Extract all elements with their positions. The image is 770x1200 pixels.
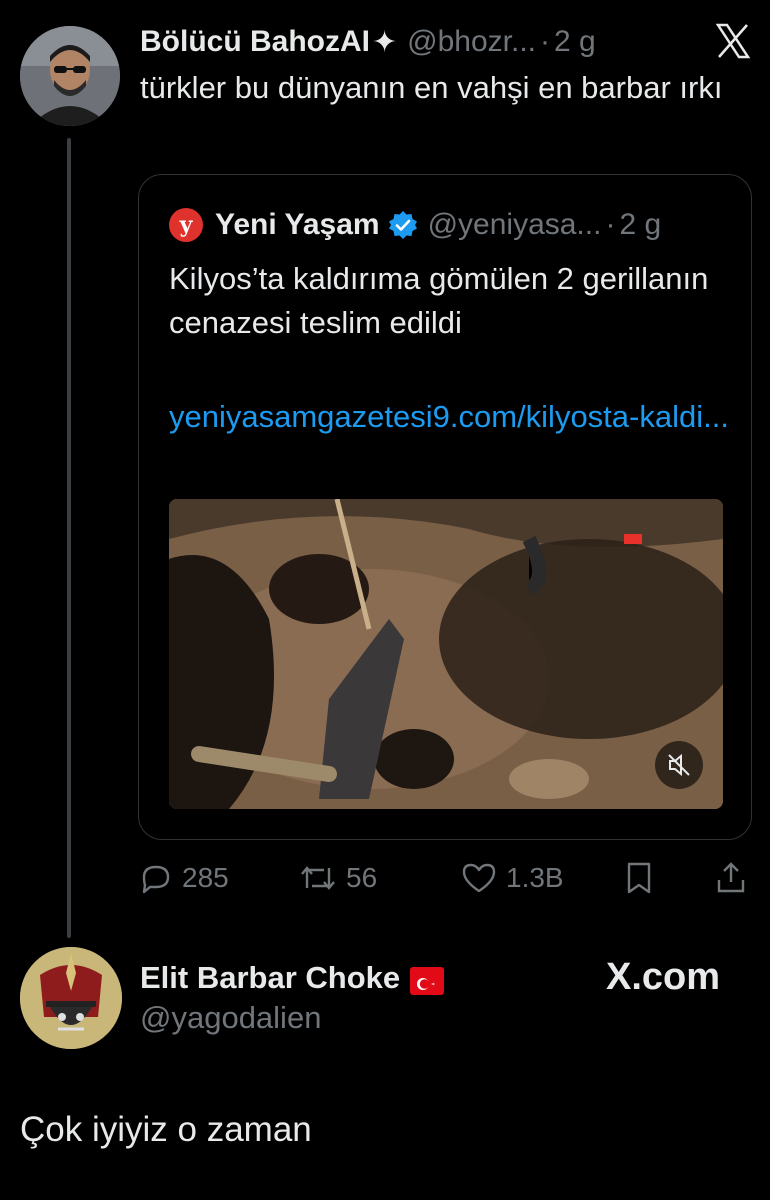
quote-author-handle[interactable]: @yeniyasa... — [428, 208, 602, 242]
quote-author-name[interactable]: Yeni Yaşam — [215, 208, 380, 242]
reply-author-name[interactable]: Elit Barbar Choke — [140, 960, 400, 996]
reply-author-avatar[interactable] — [20, 947, 122, 1049]
mute-button[interactable] — [655, 741, 703, 789]
quote-video-thumbnail[interactable] — [169, 499, 723, 809]
quote-header: y Yeni Yaşam @yeniyasa... · 2 g — [169, 205, 661, 245]
repost-icon — [301, 866, 335, 890]
tweet-header: Bölücü BahozAI ✦ @bhozr... · 2 g — [140, 22, 700, 62]
quote-separator-dot: · — [605, 208, 616, 241]
person-avatar-image — [20, 26, 120, 126]
quoted-tweet-card[interactable]: y Yeni Yaşam @yeniyasa... · 2 g Kilyos’t… — [138, 174, 752, 840]
share-button[interactable] — [714, 858, 756, 898]
share-icon — [717, 862, 745, 893]
reply-button[interactable]: 285 — [138, 858, 229, 898]
quote-source-logo[interactable]: y — [169, 208, 203, 242]
bookmark-icon — [627, 862, 651, 894]
like-button[interactable]: 1.3B — [460, 858, 564, 898]
tweet-action-bar: 285 56 1.3B — [138, 858, 752, 898]
tweet-body-text: türkler bu dünyanın en vahşi en barbar ı… — [140, 70, 723, 105]
like-count: 1.3B — [506, 862, 564, 893]
quote-body-text: Kilyos’ta kaldırıma gömülen 2 gerillanın… — [169, 261, 709, 340]
quote-link[interactable]: yeniyasamgazetesi9.com/kilyosta-kaldi... — [169, 395, 729, 439]
repost-button[interactable]: 56 — [298, 858, 377, 898]
verified-badge-icon — [388, 211, 417, 239]
author-handle[interactable]: @bhozr... — [407, 25, 536, 59]
name-sparkle-icon: ✦ — [372, 25, 398, 59]
quote-logo-letter: y — [179, 212, 193, 238]
muted-speaker-icon — [668, 753, 690, 777]
separator-dot: · — [540, 25, 550, 58]
reply-icon — [142, 865, 170, 894]
reply-body-text: Çok iyiyiz o zaman — [20, 1110, 312, 1149]
reply-author-handle[interactable]: @yagodalien — [140, 1000, 321, 1036]
author-avatar[interactable] — [20, 26, 120, 126]
thread-connector-line — [67, 138, 71, 938]
quote-time[interactable]: 2 g — [619, 208, 661, 242]
tweet-time[interactable]: 2 g — [554, 25, 596, 59]
reply-author-row: Elit Barbar Choke — [140, 958, 445, 998]
video-frame-image — [169, 499, 723, 809]
heart-icon — [462, 863, 496, 893]
x-com-watermark: X.com — [606, 956, 721, 998]
close-x-icon[interactable] — [714, 22, 752, 60]
author-name[interactable]: Bölücü BahozAI — [140, 25, 370, 59]
bookmark-button[interactable] — [622, 858, 664, 898]
reply-count: 285 — [182, 862, 229, 893]
turkey-flag-icon — [410, 967, 445, 995]
emblem-avatar-image — [20, 947, 122, 1049]
repost-count: 56 — [346, 862, 378, 893]
